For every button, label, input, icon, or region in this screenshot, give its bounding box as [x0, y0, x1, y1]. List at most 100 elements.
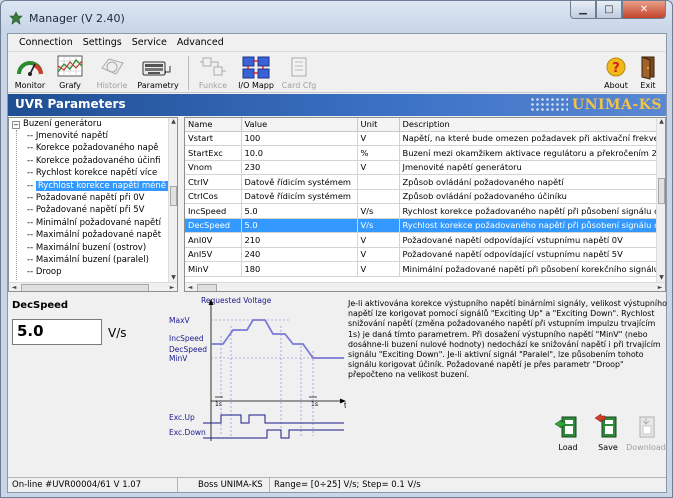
- maximize-icon: □: [604, 4, 614, 15]
- cell-unit: V: [357, 232, 400, 248]
- save-label: Save: [598, 443, 618, 452]
- cell-value[interactable]: 100: [241, 131, 358, 146]
- menu-service[interactable]: Service: [127, 37, 172, 48]
- funkce-button[interactable]: Funkce: [194, 54, 232, 92]
- col-header-value[interactable]: Value: [241, 118, 358, 132]
- col-header-name[interactable]: Name: [185, 118, 242, 132]
- scroll-left-icon[interactable]: ◄: [9, 283, 19, 291]
- table-row[interactable]: DecSpeed 5.0 V/s Rychlost korekce požadovan…: [185, 218, 662, 233]
- table-row[interactable]: AnI0V 210 V Požadované napětí odpovídající …: [185, 232, 662, 248]
- table-row[interactable]: CtrlV Datově řídicím systémem Způsob ovlád…: [185, 174, 662, 190]
- table-row[interactable]: CtrlCos Datově řídicím systémem Způsob ovl…: [185, 189, 662, 204]
- grid-vertical-scrollbar[interactable]: ▲ ▼: [656, 118, 665, 283]
- tree-item[interactable]: -- Minimální požadované napětí: [27, 218, 161, 230]
- cell-description: Rychlost korekce požadovaného napětí při…: [399, 218, 662, 233]
- menu-settings[interactable]: Settings: [78, 37, 127, 48]
- diagram-excdown-signal: [203, 429, 344, 439]
- cell-value[interactable]: 5.0: [241, 218, 358, 233]
- tree-item[interactable]: -- Rychlost korekce napětí méně: [27, 180, 169, 193]
- table-row[interactable]: MinV 180 V Minimální požadované napětí při …: [185, 261, 662, 277]
- minimize-icon: ▁: [579, 4, 587, 15]
- col-header-description[interactable]: Description: [399, 118, 662, 132]
- col-header-unit[interactable]: Unit: [357, 118, 400, 132]
- table-row[interactable]: Vnom 230 V Jmenovité napětí generátoru: [185, 160, 662, 175]
- scroll-left-icon[interactable]: ◄: [185, 283, 195, 291]
- tree-item[interactable]: -- Maximální buzení (ostrov): [27, 243, 146, 255]
- menu-connection[interactable]: Connection: [14, 37, 78, 48]
- historie-button[interactable]: Historie: [94, 54, 130, 92]
- minimize-button[interactable]: ▁: [570, 1, 596, 19]
- logo-text: UNIMA-KS: [571, 97, 662, 113]
- tree-horizontal-scrollbar[interactable]: ◄ ►: [9, 282, 177, 291]
- parameter-tree[interactable]: − Buzení generátoru -- Jmenovité napětí -…: [8, 117, 178, 292]
- tree-item-label: Rychlost korekce napětí méně: [35, 180, 169, 191]
- cell-unit: [357, 174, 400, 190]
- tree-root-node[interactable]: Buzení generátoru: [23, 119, 102, 131]
- grid-hscroll-thumb[interactable]: [197, 284, 217, 291]
- menu-bar: Connection Settings Service Advanced: [8, 34, 666, 52]
- tree-item[interactable]: -- Požadované napětí při 5V: [27, 205, 144, 217]
- grafy-button[interactable]: Grafy: [52, 54, 88, 92]
- cell-value[interactable]: 210: [241, 232, 358, 248]
- table-row[interactable]: Vstart 100 V Napětí, na které bude omezen p…: [185, 131, 662, 146]
- tree-vertical-scrollbar[interactable]: ▲ ▼: [168, 118, 177, 283]
- diagram-incspeed-label: IncSpeed: [169, 334, 204, 343]
- company-logo: UNIMA-KS: [529, 96, 662, 114]
- scroll-right-icon[interactable]: ►: [167, 283, 177, 291]
- exit-button[interactable]: Exit: [634, 54, 662, 92]
- tree-item-label: Korekce požadovaného napě: [35, 143, 159, 154]
- cell-value[interactable]: 240: [241, 247, 358, 262]
- tree-scroll-thumb[interactable]: [170, 186, 177, 206]
- table-row[interactable]: AnI5V 240 V Požadované napětí odpovídající …: [185, 247, 662, 262]
- parametry-button[interactable]: Parametry: [136, 54, 180, 92]
- cell-description: Požadované napětí odpovídající vstupnímu…: [399, 232, 662, 248]
- grid-scroll-thumb[interactable]: [658, 178, 665, 204]
- io-mapp-label: I/O Mapp: [238, 81, 274, 90]
- cell-value[interactable]: 180: [241, 261, 358, 277]
- scroll-right-icon[interactable]: ►: [655, 283, 665, 291]
- cell-name: Vnom: [185, 160, 242, 175]
- card-cfg-button[interactable]: Card Cfg: [280, 54, 318, 92]
- grid-horizontal-scrollbar[interactable]: ◄ ►: [185, 282, 665, 291]
- tree-hscroll-thumb[interactable]: [21, 284, 149, 291]
- tree-item[interactable]: -- Maximální požadované napět: [27, 230, 161, 242]
- load-button[interactable]: Load: [550, 414, 586, 452]
- window-title: Manager (V 2.40): [29, 12, 125, 25]
- close-icon: ✕: [639, 4, 649, 15]
- diagram-maxv-label: MaxV: [169, 316, 191, 325]
- tree-item[interactable]: -- Maximální buzení (paralel): [27, 255, 149, 267]
- save-icon: [594, 413, 617, 438]
- save-button[interactable]: Save: [590, 413, 626, 452]
- detail-panel: DecSpeed 5.0 V/s Requested Voltage MaxV …: [8, 296, 667, 474]
- table-row[interactable]: StartExc 10.0% Buzení mezi okamžikem aktiv…: [185, 145, 662, 161]
- cell-name: AnI5V: [185, 247, 242, 262]
- tree-item[interactable]: -- Korekce požadovaného účinfi: [27, 156, 160, 168]
- monitor-button[interactable]: Monitor: [12, 54, 48, 92]
- scroll-up-icon[interactable]: ▲: [657, 118, 665, 127]
- tree-item[interactable]: -- Požadované napětí při 0V: [27, 193, 144, 205]
- tree-item-label: Jmenovité napětí: [35, 131, 109, 141]
- tree-item[interactable]: -- Rychlost korekce napětí více: [27, 168, 157, 180]
- download-button[interactable]: Download: [626, 414, 666, 452]
- io-mapp-button[interactable]: I/O Mapp: [236, 54, 276, 92]
- cell-value[interactable]: 10.0: [241, 145, 358, 161]
- tree-collapse-icon[interactable]: −: [12, 121, 20, 129]
- tree-item[interactable]: -- Korekce požadovaného napě: [27, 143, 159, 155]
- tree-item[interactable]: -- Jmenovité napětí: [27, 131, 108, 143]
- cell-value[interactable]: 230: [241, 160, 358, 175]
- cell-value[interactable]: 5.0: [241, 203, 358, 219]
- maximize-button[interactable]: □: [596, 1, 622, 19]
- chart-icon: [57, 55, 83, 77]
- detail-value-input[interactable]: 5.0: [12, 319, 102, 345]
- cell-value[interactable]: Datově řídicím systémem: [241, 174, 358, 190]
- menu-advanced[interactable]: Advanced: [172, 37, 229, 48]
- about-button[interactable]: ? About: [601, 54, 631, 92]
- detail-description: Je-li aktivována korekce výstupního napě…: [348, 299, 667, 380]
- table-row[interactable]: IncSpeed 5.0 V/s Rychlost korekce požadovan…: [185, 203, 662, 219]
- parameter-grid: Name Value Unit Description Vstart 100 V Na…: [184, 117, 666, 292]
- tree-item[interactable]: -- Droop: [27, 267, 62, 279]
- scroll-up-icon[interactable]: ▲: [169, 118, 177, 127]
- keyboard-icon: [142, 61, 171, 76]
- cell-value[interactable]: Datově řídicím systémem: [241, 189, 358, 204]
- close-button[interactable]: ✕: [622, 1, 666, 19]
